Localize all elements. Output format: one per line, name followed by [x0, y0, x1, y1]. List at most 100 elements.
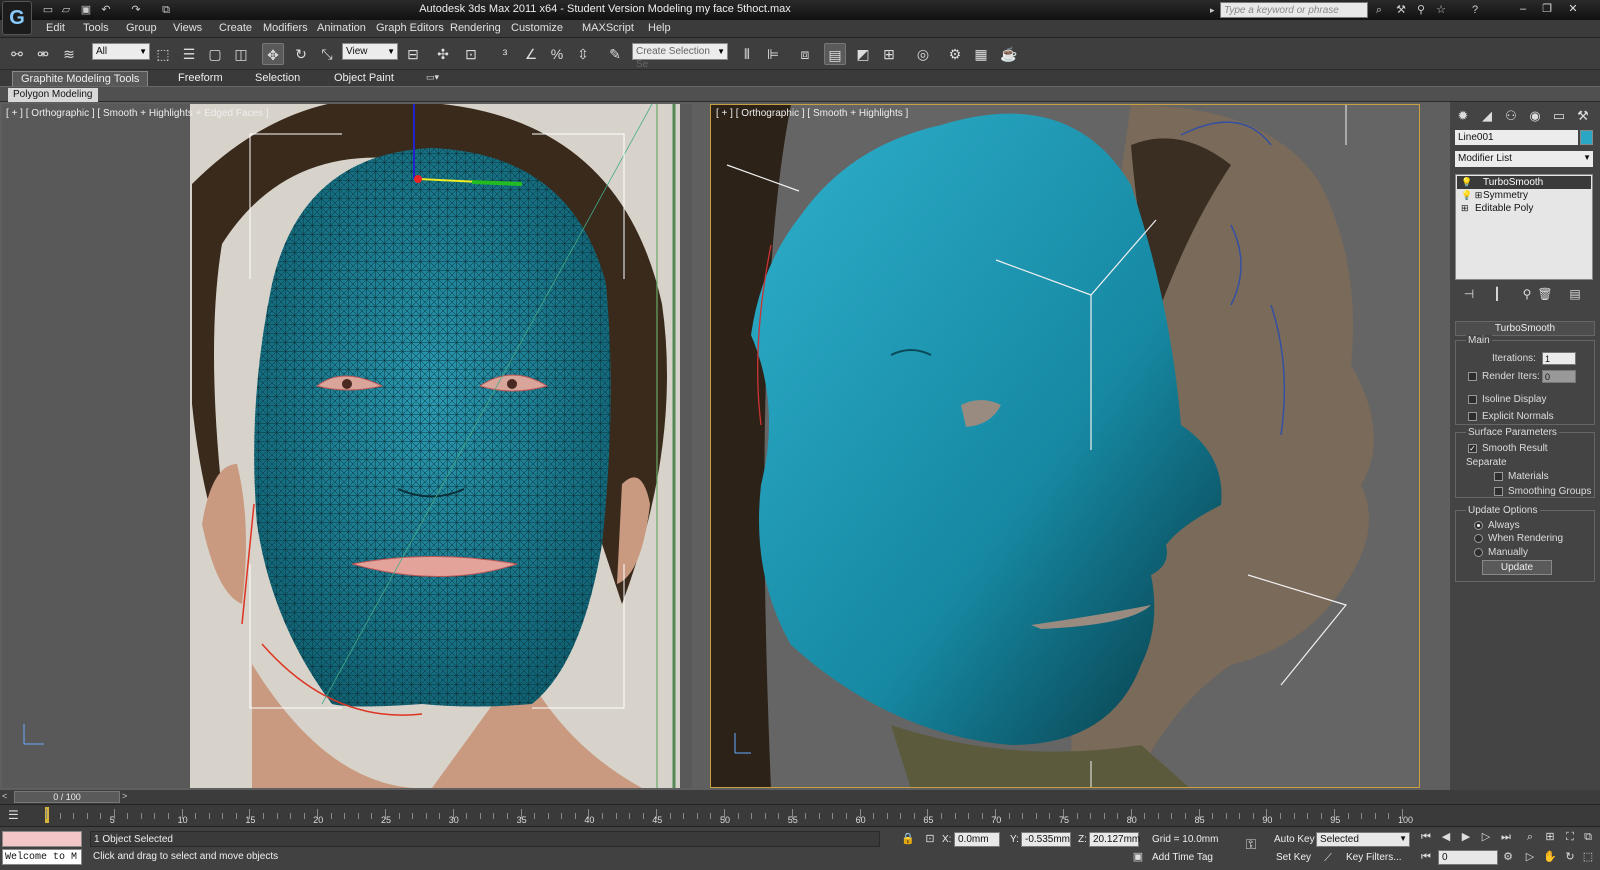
explicit-normals-checkbox[interactable] — [1468, 412, 1477, 421]
render-setup-icon[interactable]: ⚙ — [944, 43, 966, 65]
menu-rendering[interactable]: Rendering — [450, 22, 501, 34]
key-mode-icon[interactable]: ⟋ — [1320, 850, 1336, 866]
menu-create[interactable]: Create — [219, 22, 252, 34]
maxscript-output[interactable]: Welcome to M — [2, 849, 82, 865]
set-key-icon[interactable]: ⚿ — [1238, 836, 1264, 852]
track-bar[interactable] — [0, 804, 1600, 826]
key-mode-toggle-icon[interactable]: ⏮ — [1418, 849, 1434, 865]
open-file-icon[interactable]: ▱ — [58, 3, 74, 17]
rectangle-selection-icon[interactable]: ▢ — [204, 43, 226, 65]
menu-tools[interactable]: Tools — [83, 22, 109, 34]
window-crossing-icon[interactable]: ◫ — [230, 43, 252, 65]
minimize-icon[interactable]: – — [1512, 1, 1534, 17]
time-config-icon[interactable]: ⚙ — [1500, 849, 1516, 865]
always-radio[interactable] — [1474, 521, 1483, 530]
app-logo-button[interactable]: G — [2, 1, 32, 35]
time-slider-thumb[interactable]: 0 / 100 — [14, 791, 120, 803]
lightbulb-icon[interactable]: 💡 — [1461, 176, 1472, 189]
align-icon[interactable]: ⊫ — [762, 43, 784, 65]
select-object-icon[interactable]: ⬚ — [152, 43, 174, 65]
show-end-result-icon[interactable]: ┃ — [1488, 286, 1506, 302]
select-move-icon[interactable]: ✥ — [262, 43, 284, 65]
smoothing-groups-checkbox[interactable] — [1494, 487, 1503, 496]
menu-animation[interactable]: Animation — [317, 22, 366, 34]
menu-customize[interactable]: Customize — [511, 22, 563, 34]
search-expand-icon[interactable]: ▸ — [1210, 2, 1218, 18]
materials-checkbox[interactable] — [1494, 472, 1503, 481]
set-key-button[interactable]: Set Key — [1276, 852, 1311, 863]
previous-frame-icon[interactable]: ◀ — [1438, 829, 1454, 845]
lock-selection-icon[interactable]: 🔒 — [900, 831, 916, 847]
curve-editor-icon[interactable]: ◩ — [852, 43, 874, 65]
motion-tab-icon[interactable]: ◉ — [1526, 107, 1544, 125]
mini-curve-editor-icon[interactable]: ☰ — [8, 808, 26, 822]
orbit-icon[interactable]: ↻ — [1562, 849, 1578, 865]
undo-icon[interactable]: ↶ — [98, 3, 114, 17]
side-viewport-label[interactable]: [ + ] [ Orthographic ] [ Smooth + Highli… — [716, 108, 908, 119]
pan-view-icon[interactable]: ✋ — [1542, 849, 1558, 865]
maximize-viewport-icon[interactable]: ⬚ — [1580, 849, 1596, 865]
binoculars-icon[interactable]: ⌕ — [1372, 3, 1386, 17]
save-icon[interactable]: ▣ — [78, 3, 94, 17]
select-rotate-icon[interactable]: ↻ — [290, 43, 312, 65]
schematic-view-icon[interactable]: ⊞ — [878, 43, 900, 65]
link-icon[interactable]: ⚯ — [6, 43, 28, 65]
select-scale-icon[interactable]: ⤡ — [316, 43, 338, 65]
zoom-icon[interactable]: ⌕ — [1522, 829, 1538, 845]
turbosmooth-rollout-title[interactable]: TurboSmooth — [1455, 321, 1595, 336]
auto-key-button[interactable]: Auto Key — [1274, 834, 1315, 845]
create-tab-icon[interactable]: ✹ — [1454, 107, 1472, 125]
add-time-tag[interactable]: Add Time Tag — [1152, 852, 1213, 863]
ribbon-options-icon[interactable]: ▭▾ — [426, 72, 444, 84]
spinner-snap-icon[interactable]: ⇳ — [572, 43, 594, 65]
stack-item-editable-poly[interactable]: ⊞ Editable Poly — [1457, 202, 1591, 215]
menu-views[interactable]: Views — [173, 22, 202, 34]
subscription-icon[interactable]: ⚒ — [1394, 3, 1408, 17]
new-file-icon[interactable]: ▭ — [40, 3, 56, 17]
redo-icon[interactable]: ↷ — [128, 3, 144, 17]
reference-coordinate-dropdown[interactable]: View ▼ — [342, 43, 398, 60]
stack-item-turbosmooth[interactable]: 💡 TurboSmooth — [1457, 176, 1591, 189]
menu-help[interactable]: Help — [648, 22, 671, 34]
menu-maxscript[interactable]: MAXScript — [582, 22, 634, 34]
project-folder-icon[interactable]: ⧉ — [158, 3, 174, 17]
help-icon[interactable]: ? — [1468, 3, 1482, 17]
zoom-extents-all-icon[interactable]: ⧉ — [1580, 829, 1596, 845]
zoom-all-icon[interactable]: ⊞ — [1542, 829, 1558, 845]
utilities-tab-icon[interactable]: ⚒ — [1574, 107, 1592, 125]
pin-stack-icon[interactable]: ⊣ — [1460, 286, 1478, 302]
front-viewport-label[interactable]: [ + ] [ Orthographic ] [ Smooth + Highli… — [6, 108, 269, 119]
maxscript-listener-input[interactable] — [2, 831, 82, 847]
tab-graphite-modeling-tools[interactable]: Graphite Modeling Tools — [12, 71, 149, 86]
stack-item-symmetry[interactable]: 💡 ⊞ Symmetry — [1457, 189, 1591, 202]
snaps-toggle-icon[interactable]: ³ — [494, 43, 516, 65]
time-slider-bar[interactable] — [0, 790, 1600, 804]
menu-modifiers[interactable]: Modifiers — [263, 22, 308, 34]
keyboard-shortcut-icon[interactable]: ⊡ — [460, 43, 482, 65]
time-tag-icon[interactable]: ▣ — [1130, 849, 1146, 865]
time-next-icon[interactable]: > — [122, 791, 127, 801]
communication-icon[interactable]: ⚲ — [1414, 3, 1428, 17]
next-frame-icon[interactable]: ▷ — [1478, 829, 1494, 845]
mirror-icon[interactable]: ⫴ — [736, 43, 758, 65]
manually-radio[interactable] — [1474, 548, 1483, 557]
isoline-display-checkbox[interactable] — [1468, 395, 1477, 404]
display-tab-icon[interactable]: ▭ — [1550, 107, 1568, 125]
z-coordinate-input[interactable]: 20.127mm — [1089, 832, 1140, 847]
selection-filter-dropdown[interactable]: All ▼ — [92, 43, 150, 60]
field-of-view-icon[interactable]: ▷ — [1522, 849, 1538, 865]
angle-snap-icon[interactable]: ∠ — [520, 43, 542, 65]
search-input[interactable]: Type a keyword or phrase — [1220, 2, 1368, 18]
menu-graph-editors[interactable]: Graph Editors — [376, 22, 444, 34]
tab-freeform[interactable]: Freeform — [170, 71, 231, 86]
key-mode-dropdown[interactable]: Selected ▼ — [1316, 832, 1410, 847]
rendered-frame-icon[interactable]: ▦ — [970, 43, 992, 65]
iterations-spinner[interactable]: 1 — [1542, 352, 1576, 365]
key-filters-button[interactable]: Key Filters... — [1346, 852, 1402, 863]
menu-group[interactable]: Group — [126, 22, 157, 34]
lightbulb-icon[interactable]: 💡 ⊞ — [1461, 189, 1482, 202]
select-by-name-icon[interactable]: ☰ — [178, 43, 200, 65]
configure-sets-icon[interactable]: ▤ — [1566, 286, 1584, 302]
y-coordinate-input[interactable]: -0.535mm — [1021, 832, 1071, 847]
side-viewport[interactable] — [710, 104, 1420, 788]
